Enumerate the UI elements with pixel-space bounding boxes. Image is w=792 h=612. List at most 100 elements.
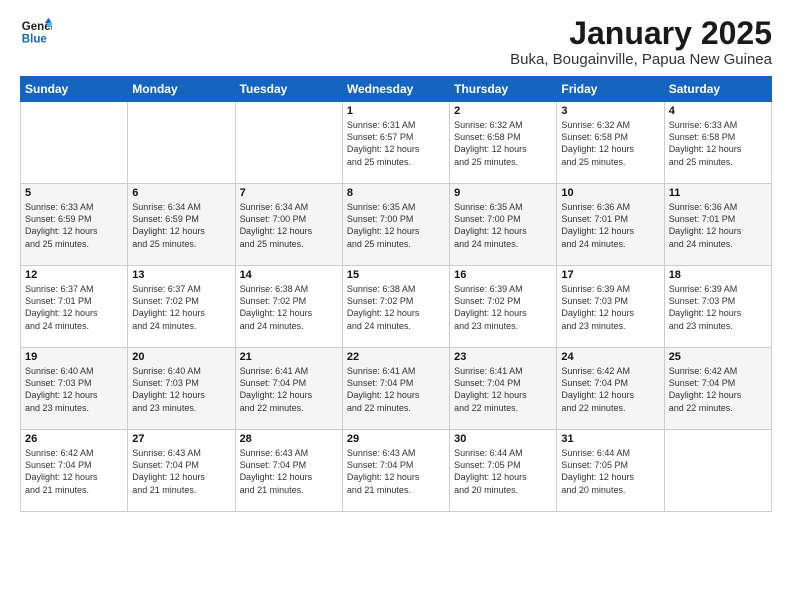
day-number: 30 [454,433,552,445]
day-cell: 26Sunrise: 6:42 AMSunset: 7:04 PMDayligh… [21,430,128,512]
day-number: 31 [561,433,659,445]
day-info: Sunrise: 6:41 AMSunset: 7:04 PMDaylight:… [347,365,445,414]
day-cell: 14Sunrise: 6:38 AMSunset: 7:02 PMDayligh… [235,266,342,348]
day-number: 10 [561,187,659,199]
day-number: 1 [347,105,445,117]
day-number: 2 [454,105,552,117]
page: General Blue January 2025 Buka, Bougainv… [0,0,792,612]
day-number: 11 [669,187,767,199]
week-row-2: 12 Sunrise: 6:37 AMSunset: 7:01 PMDayligh… [21,266,772,348]
day-number: 24 [561,351,659,363]
day-cell: 20Sunrise: 6:40 AMSunset: 7:03 PMDayligh… [128,348,235,430]
day-cell: 24Sunrise: 6:42 AMSunset: 7:04 PMDayligh… [557,348,664,430]
day-info: Sunrise: 6:41 AMSunset: 7:04 PMDaylight:… [240,365,338,414]
day-number: 17 [561,269,659,281]
day-cell: 6 Sunrise: 6:34 AMSunset: 6:59 PMDaylight… [128,184,235,266]
day-info: Sunrise: 6:42 AMSunset: 7:04 PMDaylight:… [669,365,767,414]
day-info: Sunrise: 6:36 AMSunset: 7:01 PMDaylight:… [561,201,659,250]
day-cell: 11 Sunrise: 6:36 AMSunset: 7:01 PMDayligh… [664,184,771,266]
day-cell: 30 Sunrise: 6:44 AMSunset: 7:05 PMDayligh… [450,430,557,512]
day-cell: 9 Sunrise: 6:35 AMSunset: 7:00 PMDaylight… [450,184,557,266]
day-info: Sunrise: 6:37 AMSunset: 7:01 PMDaylight:… [25,283,123,332]
day-info: Sunrise: 6:35 AMSunset: 7:00 PMDaylight:… [454,201,552,250]
day-info: Sunrise: 6:37 AMSunset: 7:02 PMDaylight:… [132,283,230,332]
day-info: Sunrise: 6:44 AMSunset: 7:05 PMDaylight:… [561,447,659,496]
day-cell: 16 Sunrise: 6:39 AMSunset: 7:02 PMDayligh… [450,266,557,348]
day-cell: 8 Sunrise: 6:35 AMSunset: 7:00 PMDaylight… [342,184,449,266]
logo: General Blue [20,16,52,48]
day-number: 4 [669,105,767,117]
day-cell: 23Sunrise: 6:41 AMSunset: 7:04 PMDayligh… [450,348,557,430]
day-info: Sunrise: 6:38 AMSunset: 7:02 PMDaylight:… [240,283,338,332]
header-row: Sunday Monday Tuesday Wednesday Thursday… [21,77,772,102]
day-info: Sunrise: 6:43 AMSunset: 7:04 PMDaylight:… [347,447,445,496]
day-cell: 22 Sunrise: 6:41 AMSunset: 7:04 PMDayligh… [342,348,449,430]
day-info: Sunrise: 6:32 AMSunset: 6:58 PMDaylight:… [561,119,659,168]
day-cell: 2 Sunrise: 6:32 AMSunset: 6:58 PMDaylight… [450,102,557,184]
day-number: 19 [25,351,123,363]
day-info: Sunrise: 6:39 AMSunset: 7:02 PMDaylight:… [454,283,552,332]
day-number: 7 [240,187,338,199]
day-info: Sunrise: 6:38 AMSunset: 7:02 PMDaylight:… [347,283,445,332]
day-number: 12 [25,269,123,281]
day-cell: 13Sunrise: 6:37 AMSunset: 7:02 PMDayligh… [128,266,235,348]
day-info: Sunrise: 6:35 AMSunset: 7:00 PMDaylight:… [347,201,445,250]
day-cell: 25 Sunrise: 6:42 AMSunset: 7:04 PMDayligh… [664,348,771,430]
day-number: 16 [454,269,552,281]
day-number: 8 [347,187,445,199]
svg-text:Blue: Blue [22,34,48,46]
day-info: Sunrise: 6:44 AMSunset: 7:05 PMDaylight:… [454,447,552,496]
day-number: 21 [240,351,338,363]
day-info: Sunrise: 6:34 AMSunset: 6:59 PMDaylight:… [132,201,230,250]
day-cell: 21 Sunrise: 6:41 AMSunset: 7:04 PMDayligh… [235,348,342,430]
week-row-0: 1Sunrise: 6:31 AMSunset: 6:57 PMDaylight… [21,102,772,184]
calendar-table: Sunday Monday Tuesday Wednesday Thursday… [20,76,772,512]
header-thursday: Thursday [450,77,557,102]
day-number: 15 [347,269,445,281]
day-cell: 4 Sunrise: 6:33 AMSunset: 6:58 PMDaylight… [664,102,771,184]
day-cell [235,102,342,184]
day-cell: 28Sunrise: 6:43 AMSunset: 7:04 PMDayligh… [235,430,342,512]
day-number: 18 [669,269,767,281]
day-cell: 10 Sunrise: 6:36 AMSunset: 7:01 PMDayligh… [557,184,664,266]
header: General Blue January 2025 Buka, Bougainv… [20,16,772,68]
day-number: 23 [454,351,552,363]
day-number: 26 [25,433,123,445]
day-number: 25 [669,351,767,363]
day-info: Sunrise: 6:33 AMSunset: 6:58 PMDaylight:… [669,119,767,168]
day-info: Sunrise: 6:43 AMSunset: 7:04 PMDaylight:… [240,447,338,496]
day-cell: 15 Sunrise: 6:38 AMSunset: 7:02 PMDayligh… [342,266,449,348]
day-number: 6 [132,187,230,199]
day-cell: 27 Sunrise: 6:43 AMSunset: 7:04 PMDayligh… [128,430,235,512]
calendar-header: Sunday Monday Tuesday Wednesday Thursday… [21,77,772,102]
day-info: Sunrise: 6:34 AMSunset: 7:00 PMDaylight:… [240,201,338,250]
day-cell: 18 Sunrise: 6:39 AMSunset: 7:03 PMDayligh… [664,266,771,348]
header-monday: Monday [128,77,235,102]
day-number: 9 [454,187,552,199]
title-block: January 2025 Buka, Bougainville, Papua N… [510,16,772,68]
day-number: 22 [347,351,445,363]
calendar-body: 1Sunrise: 6:31 AMSunset: 6:57 PMDaylight… [21,102,772,512]
day-info: Sunrise: 6:40 AMSunset: 7:03 PMDaylight:… [132,365,230,414]
subtitle: Buka, Bougainville, Papua New Guinea [510,51,772,68]
week-row-3: 19 Sunrise: 6:40 AMSunset: 7:03 PMDayligh… [21,348,772,430]
day-cell: 19Sunrise: 6:40 AMSunset: 7:03 PMDayligh… [21,348,128,430]
day-number: 5 [25,187,123,199]
day-number: 29 [347,433,445,445]
day-info: Sunrise: 6:39 AMSunset: 7:03 PMDaylight:… [669,283,767,332]
day-info: Sunrise: 6:43 AMSunset: 7:04 PMDaylight:… [132,447,230,496]
day-cell: 17 Sunrise: 6:39 AMSunset: 7:03 PMDayligh… [557,266,664,348]
day-cell: 29 Sunrise: 6:43 AMSunset: 7:04 PMDayligh… [342,430,449,512]
day-cell [664,430,771,512]
day-info: Sunrise: 6:36 AMSunset: 7:01 PMDaylight:… [669,201,767,250]
day-number: 27 [132,433,230,445]
day-cell [128,102,235,184]
week-row-4: 26Sunrise: 6:42 AMSunset: 7:04 PMDayligh… [21,430,772,512]
day-cell: 31 Sunrise: 6:44 AMSunset: 7:05 PMDayligh… [557,430,664,512]
main-title: January 2025 [510,16,772,51]
day-cell: 1Sunrise: 6:31 AMSunset: 6:57 PMDaylight… [342,102,449,184]
week-row-1: 5Sunrise: 6:33 AMSunset: 6:59 PMDaylight… [21,184,772,266]
day-info: Sunrise: 6:39 AMSunset: 7:03 PMDaylight:… [561,283,659,332]
day-cell: 5Sunrise: 6:33 AMSunset: 6:59 PMDaylight… [21,184,128,266]
day-info: Sunrise: 6:32 AMSunset: 6:58 PMDaylight:… [454,119,552,168]
